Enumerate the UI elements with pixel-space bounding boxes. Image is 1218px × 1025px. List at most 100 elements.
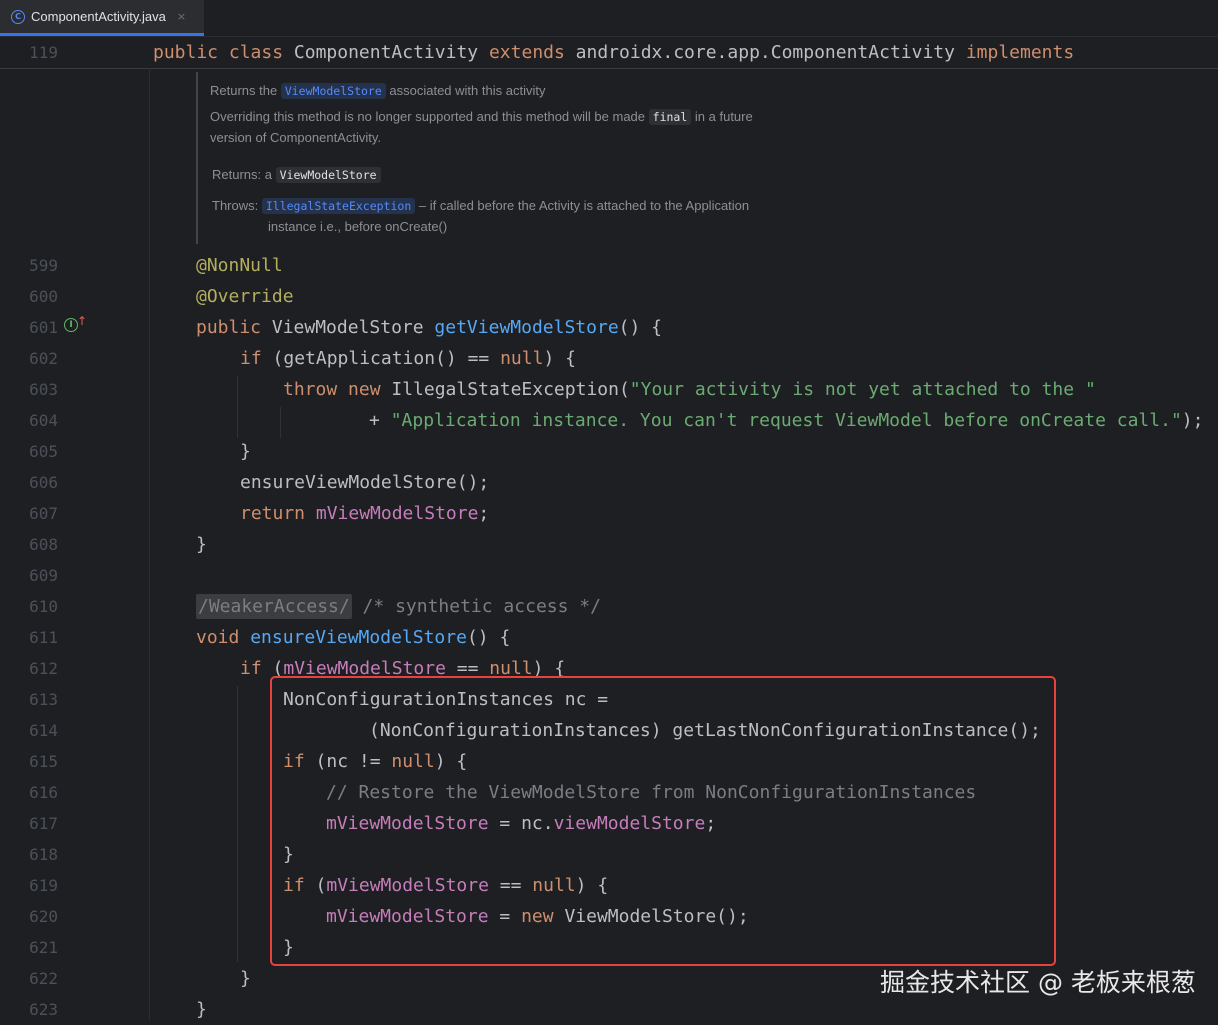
code-token: public class	[153, 42, 294, 63]
code-token: ensureViewModelStore	[250, 627, 467, 648]
code-token: ) {	[543, 348, 576, 369]
doc-override-line-2: version of ComponentActivity.	[210, 130, 381, 145]
code-line[interactable]: /WeakerAccess/ /* synthetic access */	[196, 591, 601, 622]
code-token: @Override	[196, 286, 294, 307]
line-number: 608	[29, 535, 58, 554]
line-number: 617	[29, 814, 58, 833]
line-number: 614	[29, 721, 58, 740]
line-number: 613	[29, 690, 58, 709]
code-line[interactable]: if (getApplication() == null) {	[240, 343, 576, 374]
doc-returns-line: Returns the ViewModelStore associated wi…	[210, 83, 546, 99]
code-token: /* synthetic access */	[351, 596, 601, 617]
code-token: IllegalStateException(	[391, 379, 630, 400]
code-token: mViewModelStore	[315, 503, 479, 524]
code-line[interactable]: public ViewModelStore getViewModelStore(…	[196, 312, 662, 343]
code-token: }	[196, 534, 207, 555]
watermark: 掘金技术社区 @ 老板来根葱	[880, 968, 1196, 997]
code-line[interactable]: void ensureViewModelStore() {	[196, 622, 510, 653]
line-number: 604	[29, 411, 58, 430]
line-number: 610	[29, 597, 58, 616]
code-line[interactable]: ensureViewModelStore();	[240, 467, 489, 498]
gutter-divider	[149, 68, 150, 1021]
code-token: ;	[478, 503, 490, 524]
doc-override-line: Overriding this method is no longer supp…	[210, 109, 753, 125]
code-token: public	[196, 317, 272, 338]
code-token: if	[240, 348, 273, 369]
tab-component-activity[interactable]: C ComponentActivity.java ×	[0, 0, 204, 36]
line-number: 119	[29, 43, 58, 62]
code-token: /WeakerAccess/	[196, 594, 352, 619]
code-token: androidx.core.app.ComponentActivity	[575, 42, 966, 63]
doc-comment-bar	[196, 72, 198, 244]
doc-returns-section: Returns: a ViewModelStore	[212, 167, 381, 183]
code-token: () {	[618, 317, 663, 338]
indent-guide	[237, 686, 238, 962]
implements-method-icon[interactable]: I	[64, 318, 78, 332]
code-token: ComponentActivity	[293, 42, 489, 63]
code-token: ViewModelStore	[271, 317, 435, 338]
line-number: 619	[29, 876, 58, 895]
indent-guide	[280, 407, 281, 438]
code-line[interactable]: }	[240, 436, 251, 467]
line-number: 603	[29, 380, 58, 399]
line-number: 606	[29, 473, 58, 492]
line-number: 611	[29, 628, 58, 647]
code-line[interactable]: @Override	[196, 281, 294, 312]
code-line[interactable]: + "Application instance. You can't reque…	[369, 405, 1203, 436]
doc-return-type: ViewModelStore	[275, 167, 381, 183]
doc-code-final: final	[648, 109, 692, 125]
code-token: );	[1181, 410, 1204, 431]
highlight-box	[270, 676, 1056, 966]
line-number: 609	[29, 566, 58, 585]
code-token: }	[240, 441, 251, 462]
line-number: 601	[29, 318, 58, 337]
code-token: extends	[488, 42, 576, 63]
close-icon[interactable]: ×	[177, 10, 186, 23]
arrow-up-icon: ↑	[77, 314, 88, 328]
code-token: return	[240, 503, 316, 524]
code-token: throw new	[283, 379, 392, 400]
line-number: 622	[29, 969, 58, 988]
code-line[interactable]: }	[196, 994, 207, 1025]
line-number: 599	[29, 256, 58, 275]
line-number: 618	[29, 845, 58, 864]
code-token: () {	[466, 627, 511, 648]
line-number: 607	[29, 504, 58, 523]
class-icon: C	[11, 9, 25, 24]
code-token: void	[196, 627, 251, 648]
code-token: getViewModelStore	[434, 317, 619, 338]
code-line[interactable]: @NonNull	[196, 250, 283, 281]
code-token: @NonNull	[196, 255, 283, 276]
line-number: 600	[29, 287, 58, 306]
code-token: ensureViewModelStore();	[240, 472, 490, 493]
code-token: if	[240, 658, 273, 679]
code-token: "Your activity is not yet attached to th…	[629, 379, 1096, 400]
doc-throws-line-2: instance i.e., before onCreate()	[268, 219, 448, 234]
indent-guide	[237, 376, 238, 438]
line-number: 621	[29, 938, 58, 957]
code-token: +	[369, 410, 391, 431]
code-token: "Application instance. You can't request…	[390, 410, 1182, 431]
code-token: null	[500, 348, 544, 369]
sticky-header-line[interactable]: 119 public class ComponentActivity exten…	[0, 37, 1218, 69]
doc-link-viewmodelstore[interactable]: ViewModelStore	[280, 83, 386, 99]
code-token: }	[240, 968, 251, 989]
code-token: implements	[965, 42, 1075, 63]
code-line[interactable]: throw new IllegalStateException("Your ac…	[283, 374, 1096, 405]
code-line[interactable]: }	[240, 963, 251, 994]
doc-throws-section: Throws: IllegalStateException – if calle…	[212, 198, 750, 214]
line-number: 623	[29, 1000, 58, 1019]
line-number: 616	[29, 783, 58, 802]
line-number: 615	[29, 752, 58, 771]
code-line[interactable]: return mViewModelStore;	[240, 498, 489, 529]
code-token: (getApplication() ==	[272, 348, 501, 369]
line-number: 620	[29, 907, 58, 926]
line-number: 605	[29, 442, 58, 461]
sticky-code: public class ComponentActivity extends a…	[153, 37, 1074, 68]
code-line[interactable]: }	[196, 529, 207, 560]
doc-link-illegalstateexception[interactable]: IllegalStateException	[261, 198, 416, 214]
line-number: 612	[29, 659, 58, 678]
editor-tab-bar: C ComponentActivity.java ×	[0, 0, 1218, 37]
code-token: }	[196, 999, 207, 1020]
tab-label: ComponentActivity.java	[31, 9, 166, 24]
